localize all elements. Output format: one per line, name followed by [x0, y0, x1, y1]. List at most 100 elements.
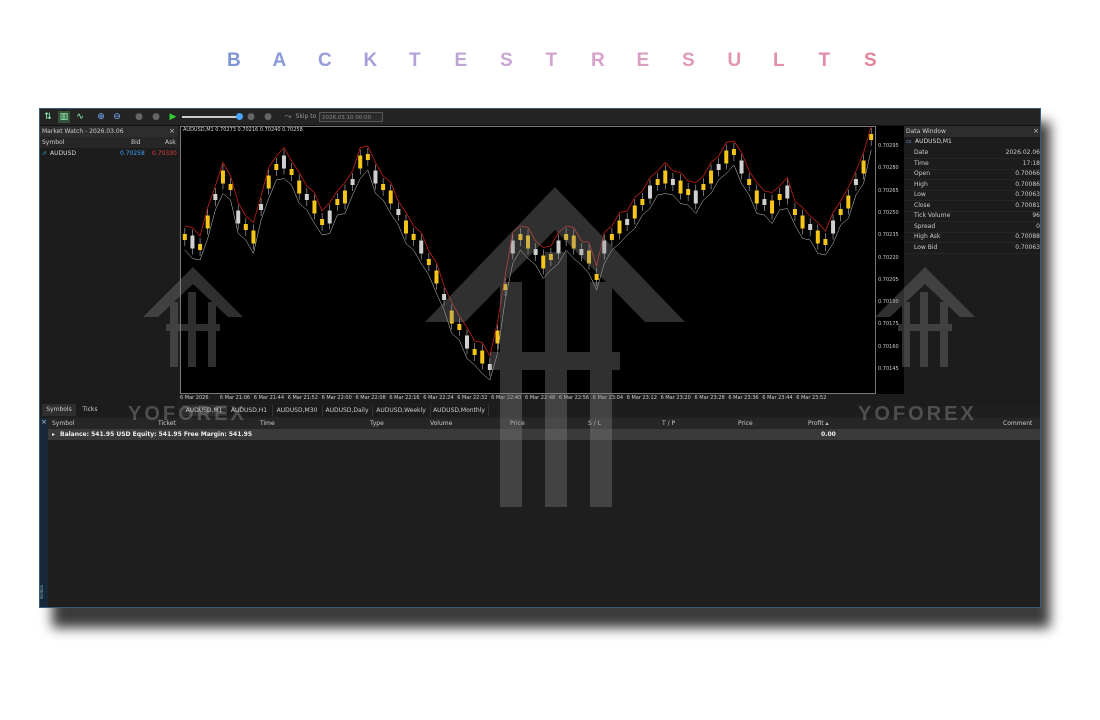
tab-symbols[interactable]: Symbols [42, 404, 76, 416]
dw-value: 0.70066 [1015, 170, 1040, 177]
candle-body [182, 234, 187, 240]
data-window-row: Spread 0 [904, 222, 1040, 233]
dw-key: Time [914, 159, 929, 167]
play-icon[interactable]: ▶ [167, 111, 179, 123]
candle-body [365, 154, 370, 160]
title-letter: S [682, 50, 695, 71]
candle-body [724, 150, 729, 164]
candle-body [815, 230, 820, 244]
candle-body [396, 209, 401, 215]
title-letter: S [500, 50, 513, 71]
data-window-row: High Ask 0.70088 [904, 232, 1040, 243]
column-header[interactable]: Profit ▴ [808, 418, 829, 429]
candle-body [777, 194, 782, 200]
chart-tab[interactable]: AUDUSD,M30 [272, 405, 323, 416]
chart-arrows-icon[interactable]: ⇅ [42, 111, 54, 123]
y-tick-label: 0.70250 [878, 209, 899, 216]
data-window-row: Date 2026.02.06 [904, 148, 1040, 159]
candle-body [228, 184, 233, 190]
stop-icon[interactable]: ● [262, 111, 274, 123]
candle-body [266, 175, 271, 189]
candle-body [251, 230, 256, 244]
x-tick-label: 6 Mar 21:52 [287, 395, 318, 401]
zoom-in-icon[interactable]: ⊕ [95, 111, 107, 123]
dw-key: Close [914, 201, 931, 209]
x-tick-label: 6 Mar 22:16 [389, 395, 420, 401]
zoom-out-icon[interactable]: ⊖ [111, 111, 123, 123]
candle-body [838, 209, 843, 215]
candle-body [792, 209, 797, 215]
title-letter: B [227, 50, 241, 71]
title-letter: S [864, 50, 877, 71]
candle-body [289, 169, 294, 175]
candle-body [259, 204, 264, 210]
candle-body [716, 164, 721, 170]
title-letter: C [318, 50, 332, 71]
x-tick-label: 6 Mar 21:06 [219, 395, 251, 401]
candle-body [709, 170, 714, 184]
candles-icon[interactable]: ▥ [58, 111, 70, 123]
y-tick-label: 0.70280 [878, 165, 899, 172]
skip-date-field[interactable]: 2026.03.10 00:00 [319, 112, 383, 122]
watermark-logo-left [143, 267, 243, 367]
chart-icon: ▭ [906, 138, 912, 145]
candle-body [831, 220, 836, 234]
candle-body [808, 224, 813, 230]
candle-body [747, 179, 752, 185]
close-icon[interactable]: × [41, 418, 47, 426]
column-header[interactable]: Comment [1003, 418, 1032, 429]
step-back-icon[interactable]: ● [133, 111, 145, 123]
candle-body [327, 210, 332, 224]
dw-symbol-label: AUDUSD,M1 [915, 138, 952, 145]
pause-icon[interactable]: ● [150, 111, 162, 123]
symbol-row[interactable]: ⇗ AUDUSD 0.70258 0.70330 [40, 148, 178, 159]
candle-body [693, 190, 698, 204]
watermark-logo-center [425, 187, 685, 507]
candle-body [754, 190, 759, 204]
candle-body [320, 219, 325, 225]
column-header[interactable]: Time [260, 418, 275, 429]
x-tick-label: 6 Mar 22:00 [321, 395, 352, 401]
data-window-title: Data Window [904, 126, 1040, 137]
candle-body [190, 235, 195, 249]
close-icon[interactable]: × [169, 126, 175, 137]
column-header[interactable]: Symbol [52, 418, 74, 429]
line-chart-icon[interactable]: ∿ [74, 111, 86, 123]
tab-ticks[interactable]: Ticks [78, 404, 102, 416]
page-title: BACKTESTRESULTS [0, 50, 1100, 74]
dw-key: Spread [914, 222, 936, 230]
data-window-symbol: ▭ AUDUSD,M1 [904, 137, 1040, 147]
expand-icon[interactable]: ▸ [52, 429, 55, 440]
close-icon[interactable]: × [1033, 126, 1039, 137]
data-window-row: Open 0.70066 [904, 169, 1040, 180]
step-icon[interactable]: ● [245, 111, 257, 123]
column-header[interactable]: Type [370, 418, 384, 429]
balance-text: Balance: 541.95 USD Equity: 541.95 Free … [60, 431, 252, 438]
watermark-logo-right [875, 267, 975, 367]
title-letter: U [727, 50, 742, 71]
dw-value: 0.70088 [1015, 233, 1040, 240]
dw-value: 2026.02.06 [1005, 149, 1040, 156]
title-letter: R [591, 50, 605, 71]
dw-key: Low Bid [914, 243, 938, 251]
scrollbar[interactable] [78, 607, 1041, 608]
candle-body [373, 170, 378, 184]
dw-key: Open [914, 170, 931, 177]
candle-body [388, 190, 393, 204]
column-header[interactable]: Price [738, 418, 753, 429]
toolbox-sidebar: × Toolbox [40, 418, 48, 607]
title-letter: T [409, 50, 421, 71]
data-window-row: Low Bid 0.70063 [904, 243, 1040, 254]
candle-body [342, 190, 347, 204]
x-tick-label: 6 Mar 22:08 [355, 395, 386, 401]
title-letter: T [818, 50, 831, 71]
symbol-name: AUDUSD [50, 150, 76, 157]
candle-body [739, 160, 744, 174]
speed-slider[interactable] [182, 113, 243, 120]
dw-value: 0.70063 [1015, 191, 1040, 198]
candle-body [312, 200, 317, 214]
chart-tab[interactable]: AUDUSD,Daily [322, 405, 373, 416]
candle-body [350, 179, 355, 185]
y-tick-label: 0.70265 [878, 187, 899, 194]
data-window-row: Tick Volume 96 [904, 211, 1040, 222]
